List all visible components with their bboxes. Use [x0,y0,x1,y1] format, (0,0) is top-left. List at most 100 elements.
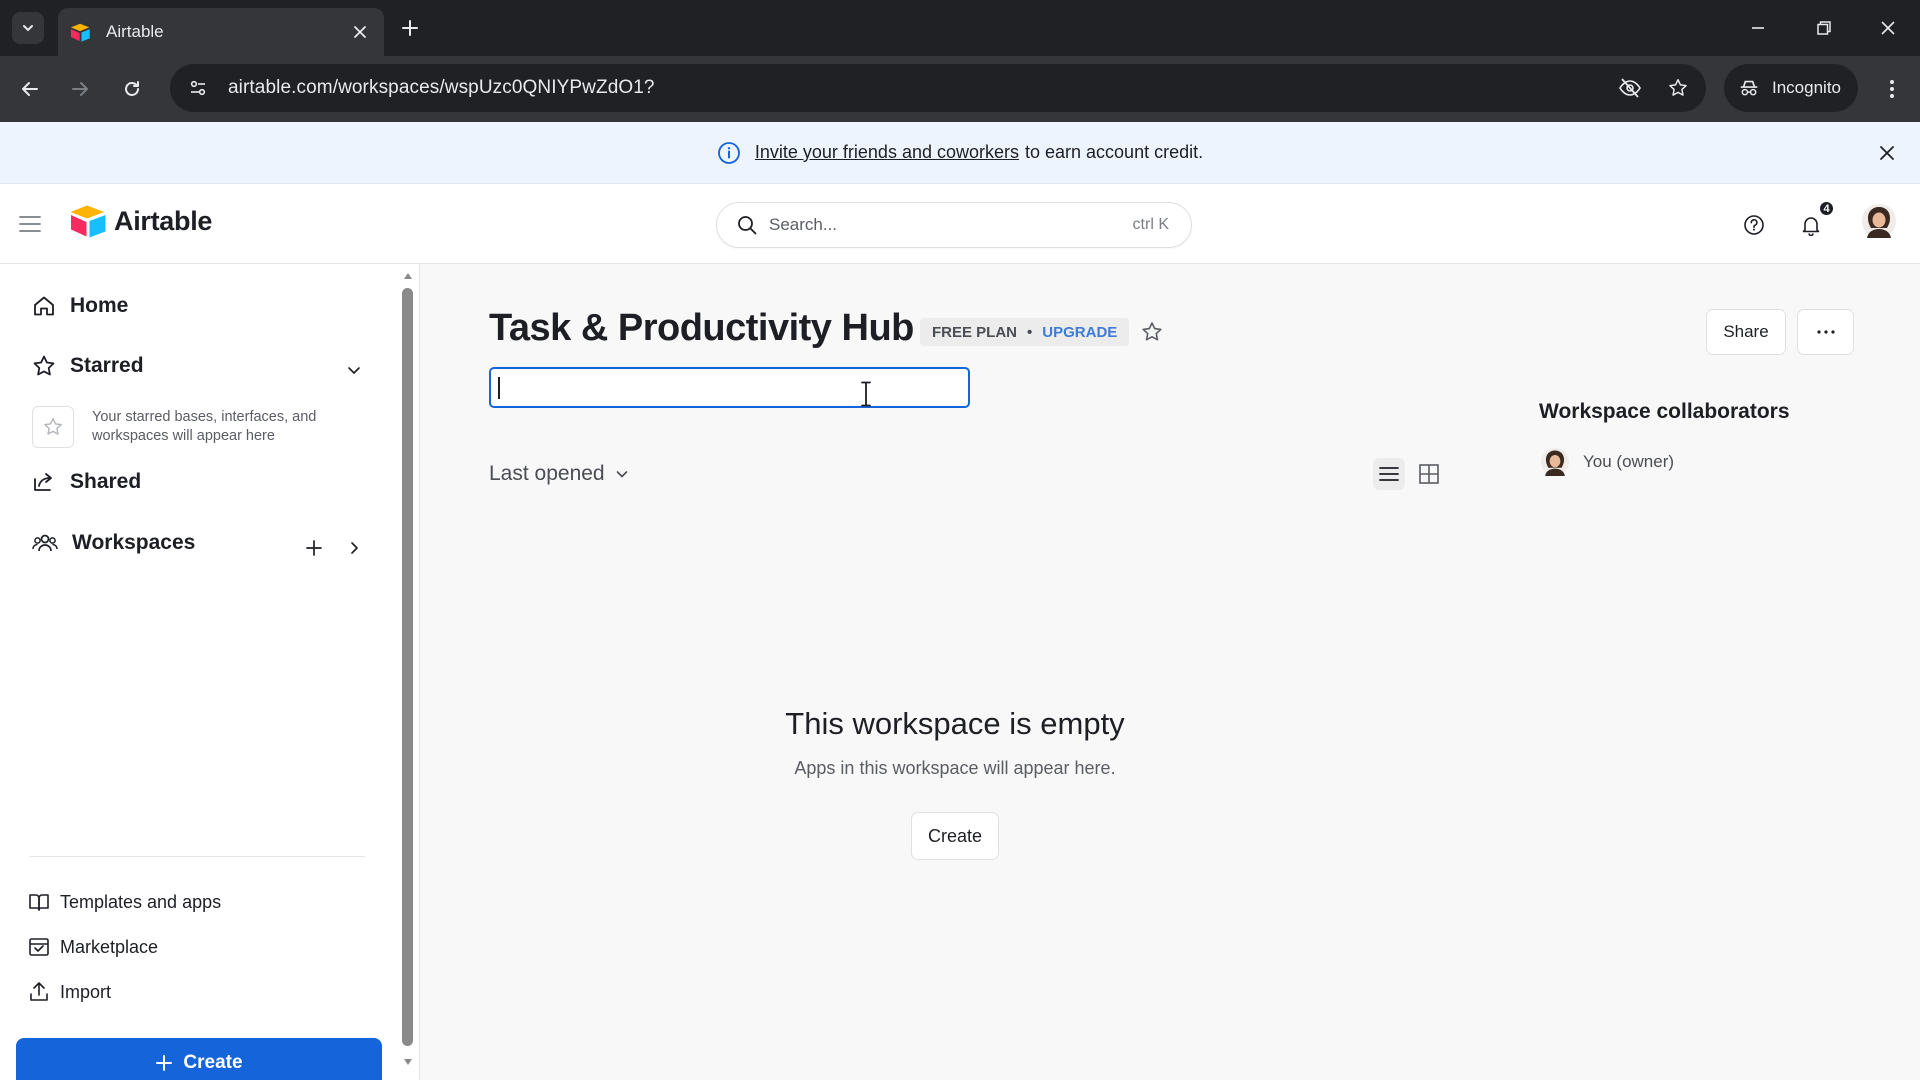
text-caret [498,377,500,399]
more-horizontal-icon [1816,330,1835,334]
plan-separator: • [1027,323,1033,341]
import-label: Import [60,981,112,1002]
global-search[interactable]: Search... ctrl K [716,202,1192,248]
minimize-icon [1752,27,1764,29]
sidebar-item-starred[interactable]: Starred [32,354,144,378]
plus-icon [156,1055,173,1071]
chevron-down-icon [348,367,360,374]
back-button[interactable] [14,73,46,105]
address-bar[interactable]: airtable.com/workspaces/wspUzc0QNIYPwZdO… [170,64,1706,112]
browser-tab[interactable]: Airtable [58,8,384,56]
user-avatar[interactable] [1862,204,1896,238]
restore-icon [1817,21,1831,35]
sidebar-item-shared[interactable]: Shared [32,470,141,494]
invite-banner: Invite your friends and coworkers to ear… [0,122,1920,184]
chevron-down-icon [23,25,33,32]
chevron-down-icon [616,471,627,478]
incognito-icon [1740,80,1758,96]
sidebar-item-label: Starred [70,354,144,377]
avatar [1541,448,1569,476]
app-header: Airtable Search... ctrl K 4 [0,184,1920,264]
storefront-icon [29,938,49,956]
search-placeholder: Search... [769,215,838,234]
workspace-rename-input[interactable] [489,367,970,408]
sidebar-item-label: Shared [70,470,142,493]
empty-state-subtitle: Apps in this workspace will appear here. [794,758,1116,778]
empty-create-button[interactable]: Create [911,812,999,860]
sidebar-item-home[interactable]: Home [32,294,128,318]
sidebar-item-label: Workspaces [72,531,196,554]
help-button[interactable] [1739,210,1769,240]
bell-icon [1802,217,1820,236]
star-workspace-button[interactable] [1138,318,1166,346]
sort-label: Last opened [489,462,605,485]
marketplace-link[interactable]: Marketplace [28,936,158,958]
caret-down-icon [404,1059,412,1065]
invite-link[interactable]: Invite your friends and coworkers [755,142,1019,163]
star-icon [1669,79,1687,96]
more-vertical-icon [1890,80,1894,98]
banner-close-button[interactable] [1874,140,1900,166]
upgrade-link[interactable]: UPGRADE [1042,324,1117,341]
tab-title: Airtable [106,22,164,41]
list-icon [1379,467,1399,481]
minimize-button[interactable] [1744,14,1772,42]
reload-button[interactable] [116,73,148,105]
users-icon [32,534,58,552]
ibeam-cursor-icon [861,381,871,407]
list-view-button[interactable] [1373,458,1405,490]
close-icon [1880,146,1894,160]
sidebar-scroll-thumb[interactable] [402,288,413,1046]
expand-workspaces-button[interactable] [340,534,368,562]
add-workspace-button[interactable] [300,534,328,562]
airtable-favicon-icon [70,23,90,42]
forward-button[interactable] [64,73,96,105]
sidebar-divider [30,856,365,857]
bookmark-button[interactable] [1658,68,1698,108]
workspace-title[interactable]: Task & Productivity Hub [489,307,914,350]
starred-collapse-button[interactable] [340,356,368,384]
tab-search-button[interactable] [12,12,44,44]
home-icon [34,296,54,316]
star-icon [33,355,55,376]
share-button[interactable]: Share [1706,309,1786,355]
sidebar: Home Starred Your starred bases, interfa… [0,264,420,1080]
sidebar-item-label: Home [70,294,129,317]
notification-badge: 4 [1818,200,1835,217]
reload-icon [125,81,139,96]
grid-view-button[interactable] [1413,458,1445,490]
airtable-logo[interactable]: Airtable [70,204,212,238]
plan-label: FREE PLAN [932,323,1018,341]
new-tab-button[interactable] [396,14,424,42]
hamburger-icon [19,216,41,232]
sort-dropdown[interactable]: Last opened [489,462,629,486]
star-icon [44,418,62,435]
browser-menu-button[interactable] [1876,73,1908,105]
url-text: airtable.com/workspaces/wspUzc0QNIYPwZdO… [228,77,655,98]
create-label: Create [183,1052,243,1073]
tune-icon [190,80,206,96]
incognito-indicator[interactable]: Incognito [1724,64,1858,112]
site-info-button[interactable] [178,68,218,108]
incognito-label: Incognito [1772,78,1841,97]
upload-icon [30,982,48,1001]
sidebar-create-button[interactable]: Create [16,1038,382,1080]
share-icon [34,473,52,491]
tab-close-button[interactable] [348,20,372,44]
banner-text: to earn account credit. [1025,142,1204,162]
search-icon [738,216,757,235]
starred-empty-text: Your starred bases, interfaces, and work… [92,409,317,444]
more-options-button[interactable] [1797,309,1854,355]
import-link[interactable]: Import [28,981,111,1003]
close-window-button[interactable] [1874,14,1902,42]
restore-button[interactable] [1810,14,1838,42]
scroll-up-button[interactable] [402,270,414,282]
menu-toggle-button[interactable] [16,210,44,238]
airtable-logo-icon [70,205,106,238]
collaborator-item[interactable]: You (owner) [1541,448,1674,476]
sidebar-item-workspaces[interactable]: Workspaces [32,531,195,555]
tracking-protection-button[interactable] [1610,68,1650,108]
scroll-down-button[interactable] [402,1056,414,1068]
plan-badge: FREE PLAN • UPGRADE [920,318,1130,346]
templates-link[interactable]: Templates and apps [28,891,221,913]
